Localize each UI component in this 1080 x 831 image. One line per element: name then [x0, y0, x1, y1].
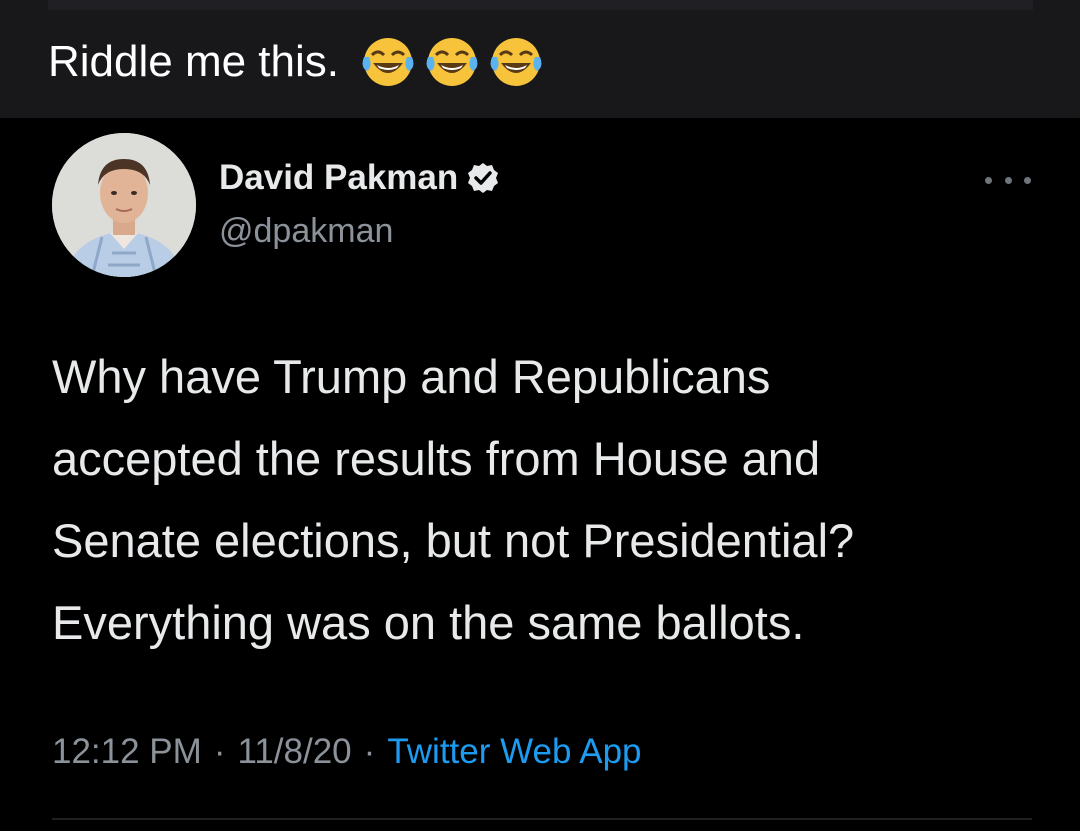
tweet-card: David Pakman @dpakman Why have Trump and…	[0, 118, 1080, 831]
top-divider	[48, 0, 1033, 10]
tweet-text: Why have Trump and Republicans accepted …	[52, 336, 1042, 664]
tweet-metadata: 12:12 PM · 11/8/20 · Twitter Web App	[52, 732, 642, 772]
bottom-divider	[52, 818, 1032, 820]
more-dot-icon	[1004, 176, 1012, 184]
avatar[interactable]	[52, 133, 196, 277]
author-handle[interactable]: @dpakman	[219, 212, 393, 251]
more-options-button[interactable]	[985, 170, 1031, 190]
tweet-source-link[interactable]: Twitter Web App	[387, 732, 641, 772]
tweet-date[interactable]: 11/8/20	[237, 732, 351, 772]
post-header: Riddle me this.	[0, 0, 1080, 118]
face-with-tears-of-joy-icon	[362, 38, 414, 86]
caption-text: Riddle me this.	[48, 37, 340, 86]
tweet-text-line: Senate elections, but not Presidential?	[52, 514, 855, 567]
author-name-row: David Pakman	[219, 158, 500, 198]
face-with-tears-of-joy-icon	[490, 38, 542, 86]
meta-separator: ·	[213, 732, 226, 771]
more-dot-icon	[1024, 176, 1031, 184]
tweet-text-line: Why have Trump and Republicans	[52, 350, 771, 403]
post-caption: Riddle me this.	[48, 30, 543, 94]
avatar-photo	[52, 133, 196, 277]
emoji-row	[361, 35, 543, 89]
tweet-text-line: accepted the results from House and	[52, 432, 821, 485]
tweet-text-line: Everything was on the same ballots.	[52, 596, 805, 649]
more-dot-icon	[985, 176, 992, 184]
face-with-tears-of-joy-icon	[426, 38, 478, 86]
meta-separator: ·	[363, 732, 376, 771]
tweet-time[interactable]: 12:12 PM	[52, 732, 202, 772]
verified-badge-icon	[468, 163, 499, 193]
author-display-name[interactable]: David Pakman	[219, 158, 458, 198]
